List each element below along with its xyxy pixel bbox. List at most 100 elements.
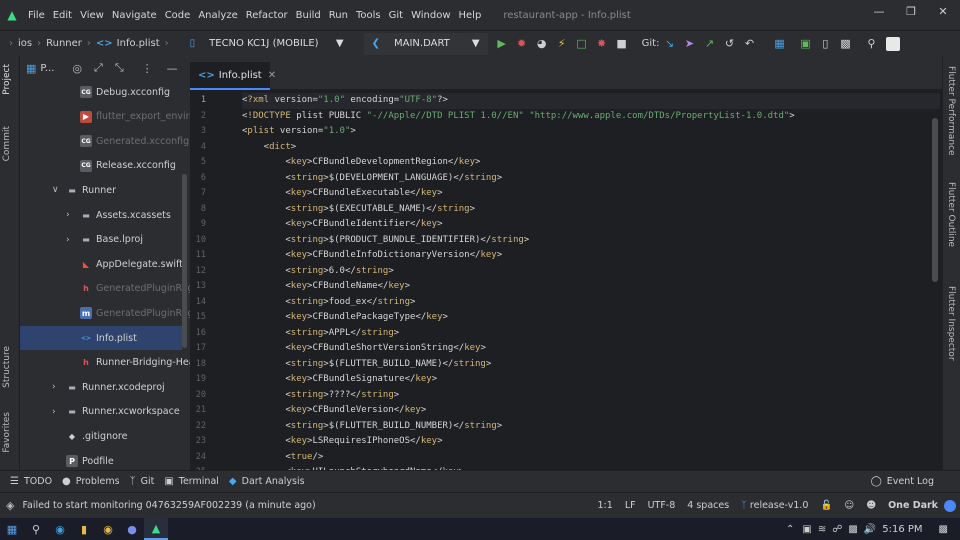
wifi-icon[interactable]: ≋: [818, 524, 826, 535]
line-separator[interactable]: LF: [625, 500, 636, 511]
code-line[interactable]: <string>$(FLUTTER_BUILD_NUMBER)</string>: [242, 419, 502, 435]
editor-scrollbar[interactable]: [932, 118, 938, 282]
tray-app-icon[interactable]: ▣: [802, 524, 811, 535]
indent-setting[interactable]: 4 spaces: [687, 500, 729, 511]
menu-navigate[interactable]: Navigate: [108, 10, 161, 21]
smiley-icon[interactable]: ☺: [844, 500, 854, 511]
hot-reload-icon[interactable]: ⚡: [552, 34, 572, 54]
chevron-right-icon[interactable]: ›: [52, 382, 56, 392]
restore-button[interactable]: ❐: [896, 0, 926, 22]
flutter-performance-tab[interactable]: Flutter Performance: [946, 66, 956, 156]
code-line[interactable]: <key>CFBundleShortVersionString</key>: [242, 341, 486, 357]
code-line[interactable]: <key>CFBundleName</key>: [242, 279, 410, 295]
git-tool[interactable]: ᛉ Git: [130, 476, 155, 487]
collapse-all-icon[interactable]: ⤡: [115, 61, 124, 75]
menu-file[interactable]: File: [24, 10, 49, 21]
target-icon[interactable]: ◎: [72, 62, 82, 75]
dart-analysis-tool[interactable]: ◆ Dart Analysis: [229, 476, 305, 487]
edge-icon[interactable]: ◉: [48, 518, 72, 540]
project-structure-icon[interactable]: ▦: [769, 34, 789, 54]
attach-debugger-icon[interactable]: ✸: [592, 34, 612, 54]
tree-item[interactable]: › ▬ Base.lproj: [20, 228, 182, 252]
device-manager-icon[interactable]: ▯: [815, 34, 835, 54]
menu-view[interactable]: View: [76, 10, 108, 21]
options-icon[interactable]: ⋮: [142, 62, 153, 75]
menu-build[interactable]: Build: [292, 10, 325, 21]
code-line[interactable]: <key>CFBundleInfoDictionaryVersion</key>: [242, 248, 502, 264]
tree-item[interactable]: <> Info.plist: [20, 326, 182, 350]
code-line[interactable]: <string>$(FLUTTER_BUILD_NAME)</string>: [242, 357, 491, 373]
git-commit-icon[interactable]: ➤: [679, 34, 699, 54]
tree-item[interactable]: h GeneratedPluginRegistrant.h: [20, 277, 190, 301]
code-line[interactable]: <key>CFBundleIdentifier</key>: [242, 217, 442, 233]
close-button[interactable]: ✕: [928, 0, 958, 22]
chevron-right-icon[interactable]: ›: [66, 235, 70, 245]
file-explorer-icon[interactable]: ▮: [72, 518, 96, 540]
tree-item[interactable]: ∨ ▬ Runner: [20, 178, 182, 202]
chevron-up-icon[interactable]: ⌃: [786, 524, 794, 535]
tab-info-plist[interactable]: <> Info.plist ✕: [190, 62, 276, 90]
chrome-icon[interactable]: ◉: [96, 518, 120, 540]
menu-refactor[interactable]: Refactor: [242, 10, 292, 21]
theme-name[interactable]: One Dark: [888, 500, 938, 511]
stop-icon[interactable]: ■: [612, 34, 632, 54]
todo-tool[interactable]: ☰ TODO: [10, 476, 52, 487]
menu-help[interactable]: Help: [455, 10, 486, 21]
lock-icon[interactable]: 🔓: [820, 500, 832, 511]
favorites-tool-tab[interactable]: Favorites: [2, 412, 12, 453]
tree-item[interactable]: m GeneratedPluginRegistrant.m: [20, 301, 190, 325]
android-studio-taskbar-icon[interactable]: ▲: [144, 518, 168, 540]
tree-item[interactable]: P Podfile: [20, 449, 182, 470]
code-line[interactable]: <string>$(DEVELOPMENT_LANGUAGE)</string>: [242, 171, 502, 187]
code-line[interactable]: <key>LSRequiresIPhoneOS</key>: [242, 434, 442, 450]
search-icon[interactable]: ⚲: [24, 518, 48, 540]
code-line[interactable]: <key>CFBundlePackageType</key>: [242, 310, 448, 326]
code-line[interactable]: <plist version="1.0">: [242, 124, 356, 140]
avatar[interactable]: [883, 34, 903, 54]
code-line[interactable]: <string>APPL</string>: [242, 326, 399, 342]
code-line[interactable]: <key>CFBundleExecutable</key>: [242, 186, 442, 202]
tree-item[interactable]: h Runner-Bridging-Header.h: [20, 351, 190, 375]
hot-restart-icon[interactable]: □: [572, 34, 592, 54]
git-branch[interactable]: ᛉ release-v1.0: [741, 500, 808, 511]
code-line[interactable]: <true/>: [242, 450, 323, 466]
menu-edit[interactable]: Edit: [49, 10, 76, 21]
code-line[interactable]: <key>CFBundleVersion</key>: [242, 403, 426, 419]
notifications-icon[interactable]: ▩: [939, 524, 948, 535]
network-icon[interactable]: ☍: [832, 524, 842, 535]
tree-item[interactable]: ▶ flutter_export_environment: [20, 105, 190, 129]
code-editor[interactable]: A↘ 2 ↑ ↓ <?xml version="1.0" encoding="U…: [240, 90, 940, 470]
status-message[interactable]: Failed to start monitoring 04763259AF002…: [22, 500, 315, 511]
code-line[interactable]: <key>CFBundleSignature</key>: [242, 372, 437, 388]
run-config-selector[interactable]: ❮ MAIN.DART ▼: [363, 32, 488, 55]
breadcrumb-info-plist[interactable]: Info.plist: [117, 38, 160, 49]
code-line[interactable]: <string>$(EXECUTABLE_NAME)</string>: [242, 202, 475, 218]
tree-item[interactable]: CG Release.xcconfig: [20, 154, 182, 178]
tree-item[interactable]: CG Debug.xcconfig: [20, 80, 182, 104]
project-view-selector[interactable]: P...: [40, 63, 54, 74]
close-icon[interactable]: ✕: [268, 70, 276, 81]
code-line[interactable]: <string>6.0</string>: [242, 264, 393, 280]
battery-icon[interactable]: ▩: [848, 524, 857, 535]
menu-window[interactable]: Window: [407, 10, 454, 21]
commit-tool-tab[interactable]: Commit: [2, 126, 12, 161]
code-line[interactable]: <?xml version="1.0" encoding="UTF-8"?>: [242, 93, 940, 109]
windows-start-icon[interactable]: ▦: [0, 518, 24, 540]
profile-icon[interactable]: ◕: [532, 34, 552, 54]
hide-icon[interactable]: —: [167, 62, 178, 75]
menu-tools[interactable]: Tools: [352, 10, 385, 21]
tree-item[interactable]: › ▬ Assets.xcassets: [20, 203, 182, 227]
code-line[interactable]: <string>food_ex</string>: [242, 295, 415, 311]
debug-icon[interactable]: ✹: [512, 34, 532, 54]
menu-git[interactable]: Git: [385, 10, 407, 21]
menu-code[interactable]: Code: [161, 10, 195, 21]
breadcrumb-ios[interactable]: ios: [18, 38, 32, 49]
history-icon[interactable]: ↺: [719, 34, 739, 54]
device-selector[interactable]: ▯ TECNO KC1J (MOBILE) ▼: [181, 32, 352, 55]
project-tool-tab[interactable]: Project: [2, 64, 12, 95]
code-line[interactable]: <string>$(PRODUCT_BUNDLE_IDENTIFIER)</st…: [242, 233, 529, 249]
flutter-outline-tab[interactable]: Flutter Outline: [946, 182, 956, 247]
git-push-icon[interactable]: ↗: [699, 34, 719, 54]
run-icon[interactable]: ▶: [492, 34, 512, 54]
caret-position[interactable]: 1:1: [598, 500, 613, 511]
